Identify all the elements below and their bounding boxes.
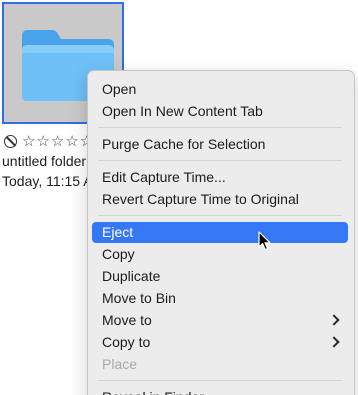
- menu-item-revert-capture-time[interactable]: Revert Capture Time to Original: [92, 189, 348, 210]
- star-icon[interactable]: ☆: [51, 133, 64, 149]
- star-icon[interactable]: ☆: [65, 133, 78, 149]
- menu-separator: [98, 127, 342, 128]
- menu-item-purge-cache[interactable]: Purge Cache for Selection: [92, 134, 348, 155]
- context-menu: Open Open In New Content Tab Purge Cache…: [87, 70, 355, 395]
- rating-row: ☆ ☆ ☆ ☆ ☆: [4, 132, 93, 150]
- reject-icon[interactable]: [4, 134, 17, 148]
- menu-item-place: Place: [102, 356, 138, 372]
- menu-item-eject[interactable]: Eject: [92, 222, 348, 243]
- star-icon[interactable]: ☆: [22, 133, 35, 149]
- menu-item-open[interactable]: Open: [92, 79, 348, 100]
- browser-content-area: ☆ ☆ ☆ ☆ ☆ untitled folder Today, 11:15 A…: [0, 0, 358, 395]
- menu-item-open-in-new-content-tab[interactable]: Open In New Content Tab: [92, 101, 348, 122]
- menu-item-label: Copy to: [102, 334, 151, 350]
- menu-item-reveal-in-finder[interactable]: Reveal in Finder: [92, 387, 348, 395]
- chevron-right-icon: [328, 336, 340, 348]
- menu-item-move-to-bin[interactable]: Move to Bin: [92, 288, 348, 309]
- mouse-pointer-icon: [258, 231, 271, 251]
- file-name[interactable]: untitled folder: [2, 153, 86, 169]
- menu-separator: [98, 215, 342, 216]
- star-icon[interactable]: ☆: [36, 133, 49, 149]
- menu-item-edit-capture-time[interactable]: Edit Capture Time...: [92, 167, 348, 188]
- menu-separator: [98, 380, 342, 381]
- chevron-right-icon: [328, 314, 340, 326]
- menu-item-copy[interactable]: Copy: [92, 244, 348, 265]
- menu-item-label: Move to: [102, 312, 152, 328]
- menu-item-move-to[interactable]: Move to: [92, 310, 348, 331]
- menu-item-copy-to[interactable]: Copy to: [92, 332, 348, 353]
- menu-separator: [98, 160, 342, 161]
- menu-item-duplicate[interactable]: Duplicate: [92, 266, 348, 287]
